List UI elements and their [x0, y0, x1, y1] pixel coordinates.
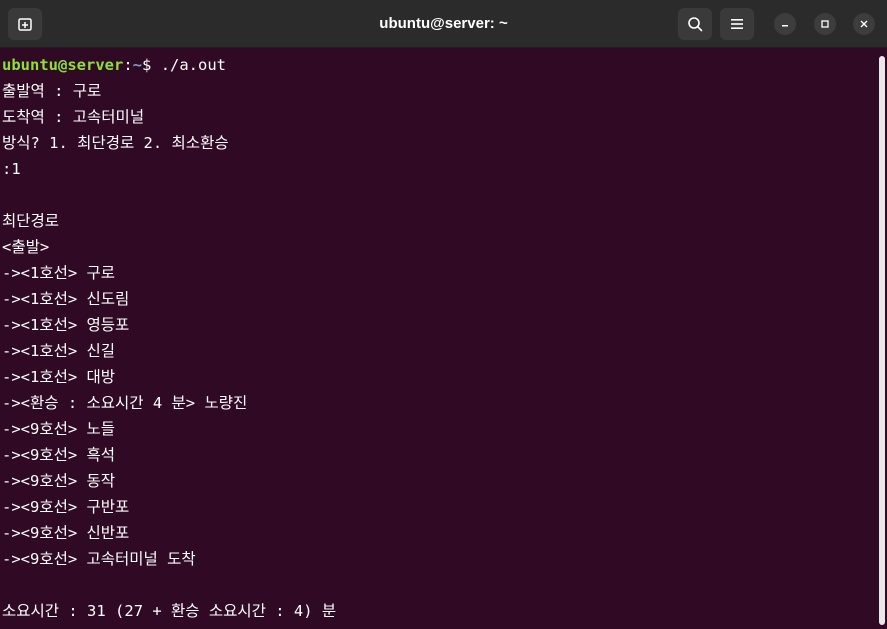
output-line: -><9호선> 신반포: [2, 524, 130, 542]
terminal-window: ubuntu@server: ~ ubuntu@server:~$ ./a.ou…: [0, 0, 887, 629]
output-line: -><9호선> 고속터미널 도착: [2, 550, 196, 568]
output-line: -><9호선> 흑석: [2, 446, 116, 464]
maximize-icon: [820, 19, 830, 29]
output-line: 도착역 : 고속터미널: [2, 108, 145, 126]
new-tab-button[interactable]: [8, 8, 42, 40]
menu-button[interactable]: [720, 8, 754, 40]
minimize-button[interactable]: [774, 13, 796, 35]
minimize-icon: [780, 19, 790, 29]
maximize-button[interactable]: [814, 13, 836, 35]
scrollbar[interactable]: [878, 52, 887, 629]
output-line: <출발>: [2, 238, 50, 256]
prompt-command: ./a.out: [160, 56, 227, 74]
hamburger-menu-icon: [730, 18, 744, 30]
output-line: -><1호선> 구로: [2, 264, 116, 282]
output-line: -><1호선> 신도림: [2, 290, 130, 308]
terminal-output[interactable]: ubuntu@server:~$ ./a.out 출발역 : 구로 도착역 : …: [0, 52, 878, 629]
output-line: -><1호선> 영등포: [2, 316, 130, 334]
scrollbar-thumb[interactable]: [879, 56, 885, 625]
output-line: 최단경로: [2, 212, 60, 230]
output-line: -><9호선> 노들: [2, 420, 116, 438]
search-icon: [687, 16, 703, 32]
new-tab-icon: [17, 16, 33, 32]
prompt-separator: :: [123, 56, 133, 74]
search-button[interactable]: [678, 8, 712, 40]
output-line: 방식? 1. 최단경로 2. 최소환승: [2, 134, 229, 152]
output-line: :1: [2, 160, 21, 178]
close-icon: [859, 19, 869, 29]
output-line: -><1호선> 신길: [2, 342, 116, 360]
output-line: -><환승 : 소요시간 4 분> 노량진: [2, 394, 248, 412]
output-line: 출발역 : 구로: [2, 82, 102, 100]
output-line: -><9호선> 동작: [2, 472, 116, 490]
prompt-line: ubuntu@server:~$ ./a.out: [2, 52, 878, 78]
output-line: -><9호선> 구반포: [2, 498, 130, 516]
output-line: 소요시간 : 31 (27 + 환승 소요시간 : 4) 분: [2, 602, 337, 620]
prompt-symbol: $: [142, 56, 161, 74]
prompt-path: ~: [132, 56, 143, 74]
prompt-user-host: ubuntu@server: [2, 56, 124, 74]
close-button[interactable]: [853, 13, 875, 35]
title-bar[interactable]: ubuntu@server: ~: [0, 0, 887, 48]
output-line: -><1호선> 대방: [2, 368, 116, 386]
